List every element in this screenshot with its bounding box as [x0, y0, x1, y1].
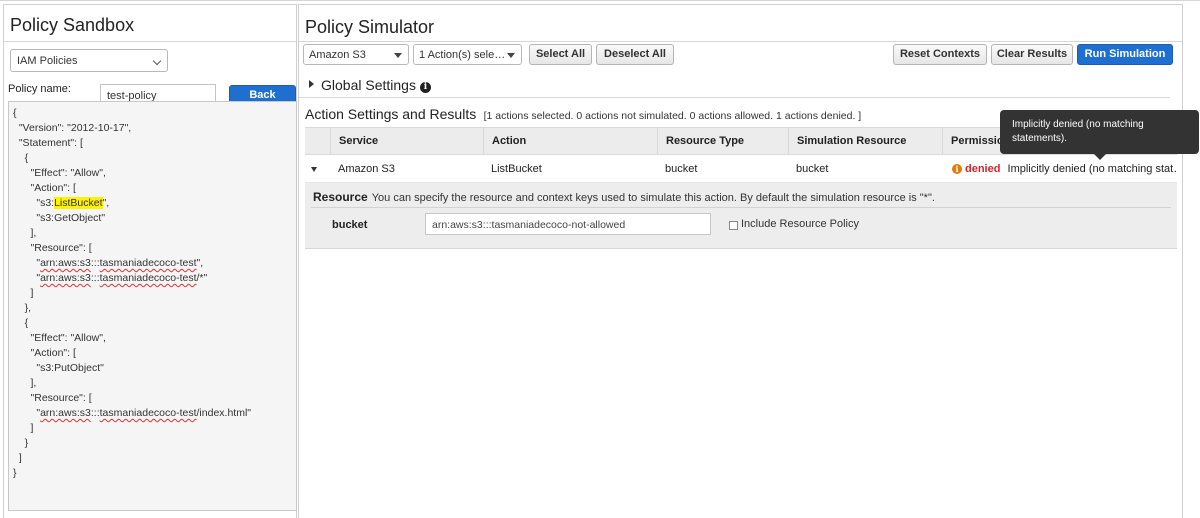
include-resource-policy-label[interactable]: Include Resource Policy [741, 218, 859, 230]
service-select-value: Amazon S3 [309, 49, 366, 61]
code-line: { [13, 152, 29, 164]
tooltip-arrow [1094, 154, 1106, 160]
code-line: } [13, 467, 17, 479]
reset-contexts-button[interactable]: Reset Contexts [893, 44, 987, 65]
code-line: "s3:PutObject" [13, 362, 104, 374]
code-line: "Action": [ [13, 182, 76, 194]
code-line: "Action": [ [13, 347, 76, 359]
service-select[interactable]: Amazon S3 [303, 44, 409, 65]
code-line-resource-arn: "arn:aws:s3:::tasmaniadecoco-test/*" [13, 272, 208, 284]
code-line: { [13, 107, 17, 119]
code-line: "Resource": [ [13, 392, 92, 404]
select-all-button[interactable]: Select All [529, 44, 592, 65]
collapse-arrow-icon[interactable] [311, 167, 317, 172]
expander-column-header [305, 128, 330, 154]
toolbar: Amazon S3 1 Action(s) sele… Select All D… [299, 42, 1182, 67]
code-line: "Effect": "Allow", [13, 332, 106, 344]
column-header-simulation-resource[interactable]: Simulation Resource [788, 128, 942, 154]
resource-arn-input[interactable]: arn:aws:s3:::tasmaniadecoco-not-allowed [425, 213, 711, 235]
global-settings-title: Global Settings i [321, 77, 431, 93]
chevron-down-icon [152, 56, 162, 66]
policy-sandbox-panel: Policy Sandbox IAM Policies Policy name:… [3, 4, 297, 518]
caret-down-icon [394, 53, 402, 58]
code-line: "Version": "2012-10-17", [13, 122, 132, 134]
code-line-listbucket: "s3:ListBucket", [13, 197, 110, 209]
policy-type-value: IAM Policies [17, 55, 78, 67]
code-line-resource-arn: "arn:aws:s3:::tasmaniadecoco-test/index.… [13, 407, 252, 419]
actions-select[interactable]: 1 Action(s) sele… [413, 44, 522, 65]
code-line: { [13, 317, 29, 329]
cell-resource-type: bucket [665, 163, 698, 175]
expand-arrow-icon [309, 80, 314, 88]
code-line: "Statement": [ [13, 137, 83, 149]
panel-title: Policy Simulator [305, 17, 435, 37]
table-row[interactable]: Amazon S3 ListBucket bucket bucket i deni… [305, 156, 1177, 183]
policy-type-select[interactable]: IAM Policies [10, 49, 168, 72]
code-line: ] [13, 422, 34, 434]
cell-action: ListBucket [491, 163, 542, 175]
code-line: ], [13, 227, 37, 239]
policy-editor[interactable]: { "Version": "2012-10-17", "Statement": … [8, 101, 297, 511]
clear-results-button[interactable]: Clear Results [991, 44, 1073, 65]
action-settings-title: Action Settings and Results [305, 106, 477, 122]
include-resource-policy-checkbox[interactable] [729, 221, 738, 230]
deselect-all-button[interactable]: Deselect All [596, 44, 674, 65]
column-header-resource-type[interactable]: Resource Type [657, 128, 788, 154]
code-line: ] [13, 452, 22, 464]
code-line: }, [13, 302, 32, 314]
cell-service: Amazon S3 [338, 163, 395, 175]
tooltip-text: Implicitly denied (no matching statement… [1012, 119, 1144, 144]
permission-status: denied [965, 163, 1001, 175]
bucket-label: bucket [332, 219, 368, 231]
run-simulation-button[interactable]: Run Simulation [1077, 44, 1173, 65]
permission-detail[interactable]: Implicitly denied (no matching stat… [1008, 163, 1177, 175]
resource-detail-heading: Resource You can specify the resource and… [313, 190, 935, 204]
policy-simulator-panel: Policy Simulator Amazon S3 1 Action(s) s… [298, 4, 1183, 518]
column-header-action[interactable]: Action [483, 128, 657, 154]
action-settings-header: Action Settings and Results [1 actions s… [305, 106, 861, 122]
caret-down-icon [507, 53, 515, 58]
permission-tooltip: Implicitly denied (no matching statement… [1000, 110, 1199, 160]
code-line: ], [13, 377, 37, 389]
action-summary: [1 actions selected. 0 actions not simul… [483, 110, 862, 122]
code-line: ] [13, 287, 34, 299]
panel-title: Policy Sandbox [10, 15, 135, 35]
info-icon[interactable]: i [419, 82, 431, 93]
code-line: "s3:GetObject" [13, 212, 106, 224]
highlighted-text: ListBucket [54, 197, 103, 209]
code-line-resource-arn: "arn:aws:s3:::tasmaniadecoco-test", [13, 257, 204, 269]
warning-icon: i [952, 164, 962, 174]
code-line: "Resource": [ [13, 242, 92, 254]
resource-detail-panel: Resource You can specify the resource and… [305, 183, 1177, 249]
cell-permission: i denied Implicitly denied (no matching s… [946, 156, 1177, 183]
code-line: "Effect": "Allow", [13, 167, 106, 179]
code-line: } [13, 437, 29, 449]
column-header-service[interactable]: Service [330, 128, 483, 154]
policy-name-label: Policy name: [8, 83, 71, 95]
actions-select-value: 1 Action(s) sele… [419, 49, 506, 61]
global-settings-toggle[interactable]: Global Settings i [299, 71, 1170, 98]
cell-simulation-resource: bucket [796, 163, 829, 175]
